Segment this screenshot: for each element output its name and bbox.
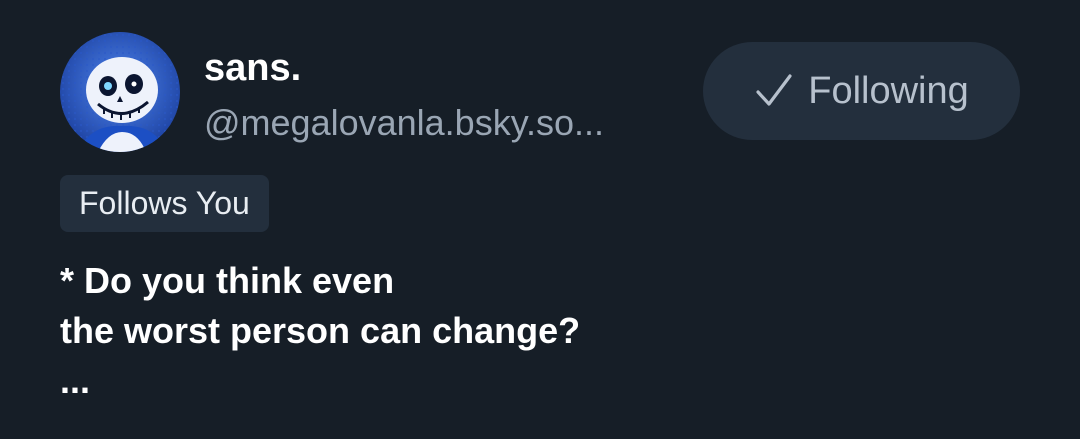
skeleton-avatar-icon bbox=[60, 32, 180, 152]
check-icon bbox=[756, 74, 792, 106]
following-button-label: Following bbox=[808, 70, 969, 112]
display-name: sans. bbox=[204, 47, 302, 89]
profile-card: sans. @megalovanla.bsky.so... Following … bbox=[0, 0, 1080, 439]
avatar[interactable] bbox=[60, 32, 180, 152]
profile-handle: @megalovanla.bsky.so... bbox=[204, 102, 605, 143]
following-button[interactable]: Following bbox=[703, 42, 1020, 140]
bio-line: * Do you think even bbox=[60, 260, 395, 301]
bio-line: the worst person can change? bbox=[60, 310, 581, 351]
follows-you-badge: Follows You bbox=[60, 175, 269, 232]
profile-bio: * Do you think even the worst person can… bbox=[60, 256, 580, 406]
bio-line: ... bbox=[60, 360, 91, 401]
